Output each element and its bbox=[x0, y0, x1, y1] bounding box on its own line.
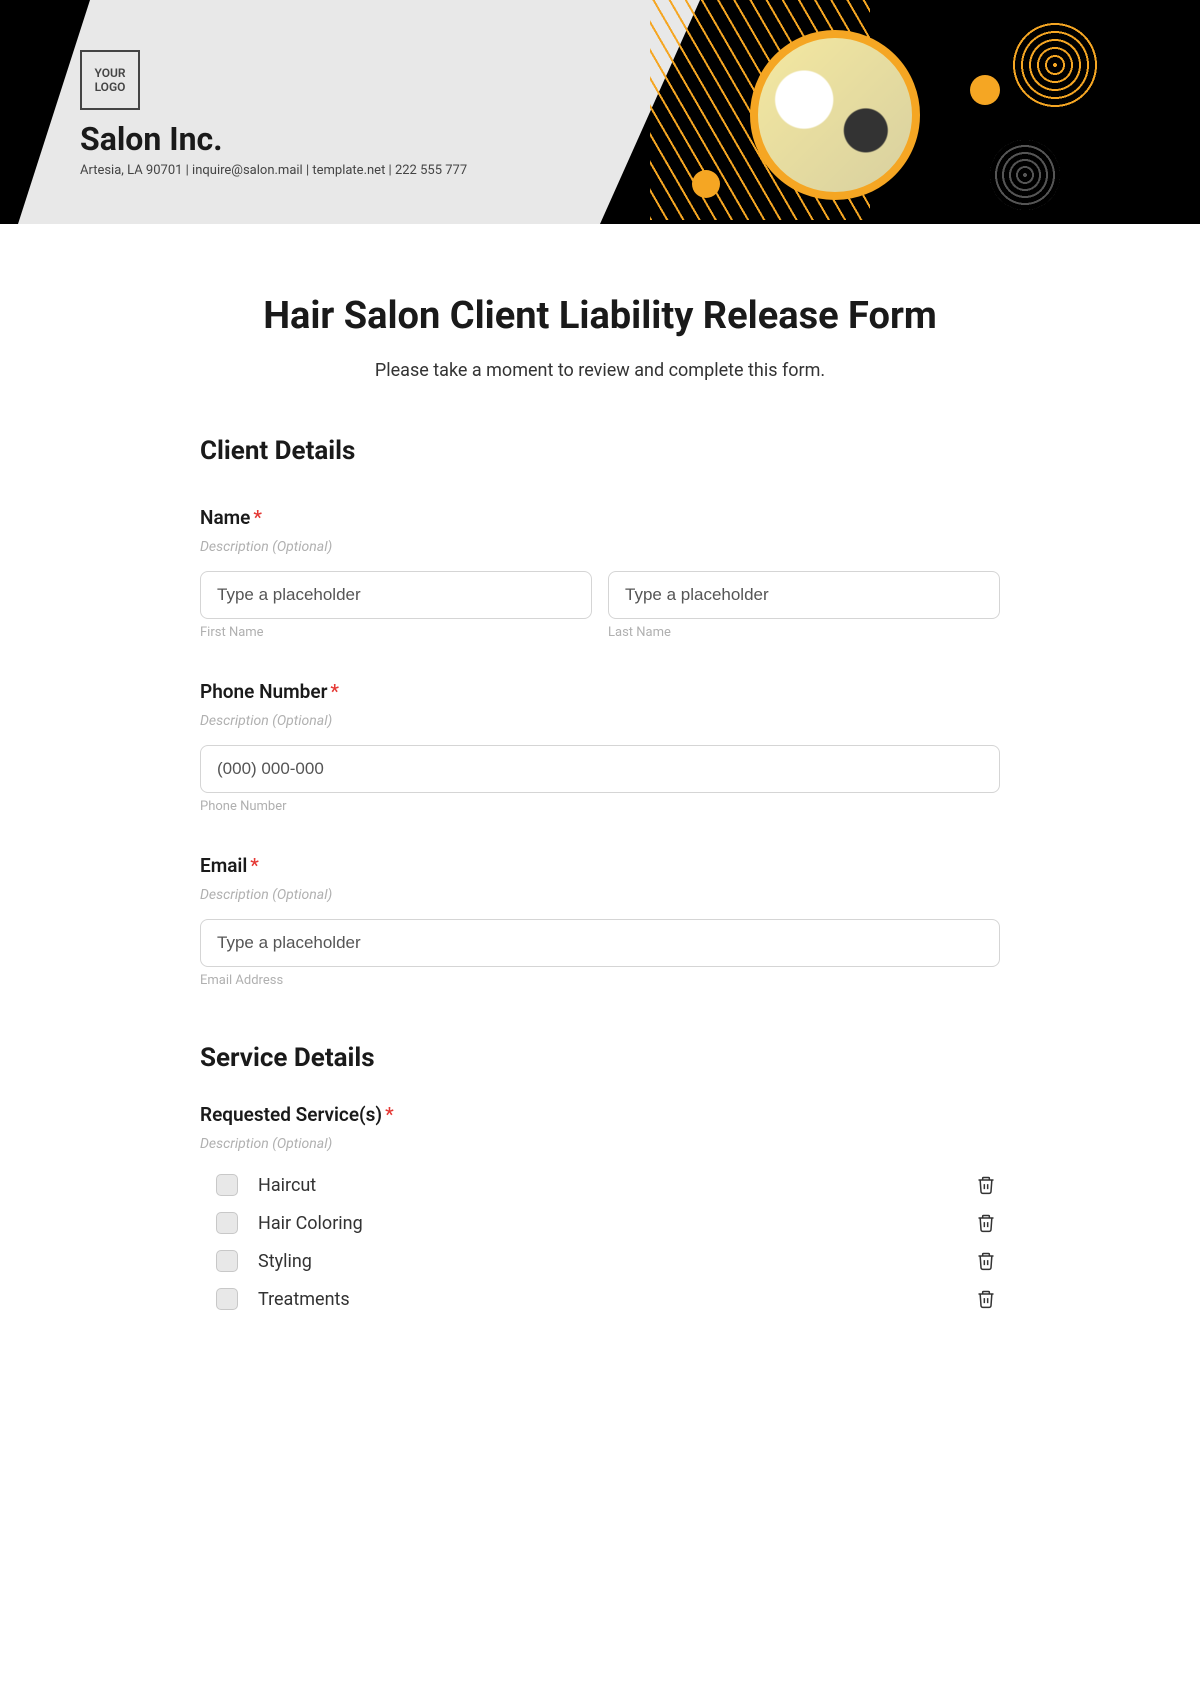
field-label-name: Name* bbox=[200, 506, 1000, 529]
field-name: Name* Description (Optional) First Name … bbox=[200, 506, 1000, 640]
service-option-row: Haircut bbox=[200, 1166, 1000, 1204]
field-phone: Phone Number* Description (Optional) Pho… bbox=[200, 680, 1000, 814]
phone-input-row: Phone Number bbox=[200, 745, 1000, 814]
logo-placeholder: YOUR LOGO bbox=[80, 50, 140, 110]
service-option-label: Hair Coloring bbox=[258, 1213, 956, 1234]
phone-col: Phone Number bbox=[200, 745, 1000, 814]
document-header: YOUR LOGO Salon Inc. Artesia, LA 90701 |… bbox=[0, 0, 1200, 224]
checkbox[interactable] bbox=[216, 1174, 238, 1196]
email-input[interactable] bbox=[200, 919, 1000, 967]
field-label-phone: Phone Number* bbox=[200, 680, 1000, 703]
checkbox[interactable] bbox=[216, 1250, 238, 1272]
service-option-row: Treatments bbox=[200, 1280, 1000, 1318]
first-name-input[interactable] bbox=[200, 571, 592, 619]
first-name-sublabel: First Name bbox=[200, 625, 592, 640]
header-decor-left bbox=[0, 0, 90, 224]
service-option-label: Styling bbox=[258, 1251, 956, 1272]
header-decor-dots-gray bbox=[990, 140, 1060, 210]
service-option-label: Haircut bbox=[258, 1175, 956, 1196]
trash-icon[interactable] bbox=[976, 1174, 996, 1196]
required-marker: * bbox=[385, 1103, 394, 1126]
label-text: Name bbox=[200, 506, 250, 529]
company-name: Salon Inc. bbox=[80, 120, 467, 158]
last-name-col: Last Name bbox=[608, 571, 1000, 640]
label-text: Phone Number bbox=[200, 680, 327, 703]
form-subtitle: Please take a moment to review and compl… bbox=[200, 360, 1000, 381]
form-title: Hair Salon Client Liability Release Form bbox=[200, 294, 1000, 338]
section-heading-service: Service Details bbox=[200, 1043, 1000, 1073]
field-label-services: Requested Service(s)* bbox=[200, 1103, 1000, 1126]
phone-input[interactable] bbox=[200, 745, 1000, 793]
trash-icon[interactable] bbox=[976, 1250, 996, 1272]
trash-icon[interactable] bbox=[976, 1212, 996, 1234]
name-input-row: First Name Last Name bbox=[200, 571, 1000, 640]
service-option-row: Hair Coloring bbox=[200, 1204, 1000, 1242]
last-name-input[interactable] bbox=[608, 571, 1000, 619]
last-name-sublabel: Last Name bbox=[608, 625, 1000, 640]
required-marker: * bbox=[250, 854, 259, 877]
header-decor-dots-orange bbox=[1010, 20, 1100, 110]
header-decor-small-circle-2 bbox=[692, 170, 720, 198]
header-photo-circle bbox=[750, 30, 920, 200]
field-desc-phone: Description (Optional) bbox=[200, 713, 1000, 729]
field-desc-email: Description (Optional) bbox=[200, 887, 1000, 903]
field-label-email: Email* bbox=[200, 854, 1000, 877]
logo-area: YOUR LOGO Salon Inc. Artesia, LA 90701 |… bbox=[80, 50, 467, 178]
email-input-row: Email Address bbox=[200, 919, 1000, 988]
first-name-col: First Name bbox=[200, 571, 592, 640]
required-marker: * bbox=[330, 680, 339, 703]
trash-icon[interactable] bbox=[976, 1288, 996, 1310]
section-heading-client: Client Details bbox=[200, 436, 1000, 466]
email-col: Email Address bbox=[200, 919, 1000, 988]
label-text: Email bbox=[200, 854, 247, 877]
field-desc-services: Description (Optional) bbox=[200, 1136, 1000, 1152]
service-option-label: Treatments bbox=[258, 1289, 956, 1310]
field-services: Requested Service(s)* Description (Optio… bbox=[200, 1103, 1000, 1318]
service-option-row: Styling bbox=[200, 1242, 1000, 1280]
header-decor-small-circle-1 bbox=[970, 75, 1000, 105]
services-checklist: Haircut Hair Coloring Styling Treatments bbox=[200, 1166, 1000, 1318]
email-sublabel: Email Address bbox=[200, 973, 1000, 988]
field-email: Email* Description (Optional) Email Addr… bbox=[200, 854, 1000, 988]
checkbox[interactable] bbox=[216, 1212, 238, 1234]
company-meta: Artesia, LA 90701 | inquire@salon.mail |… bbox=[80, 163, 467, 178]
field-desc-name: Description (Optional) bbox=[200, 539, 1000, 555]
required-marker: * bbox=[253, 506, 262, 529]
label-text: Requested Service(s) bbox=[200, 1103, 382, 1126]
form-container: Hair Salon Client Liability Release Form… bbox=[100, 224, 1100, 1358]
phone-sublabel: Phone Number bbox=[200, 799, 1000, 814]
checkbox[interactable] bbox=[216, 1288, 238, 1310]
